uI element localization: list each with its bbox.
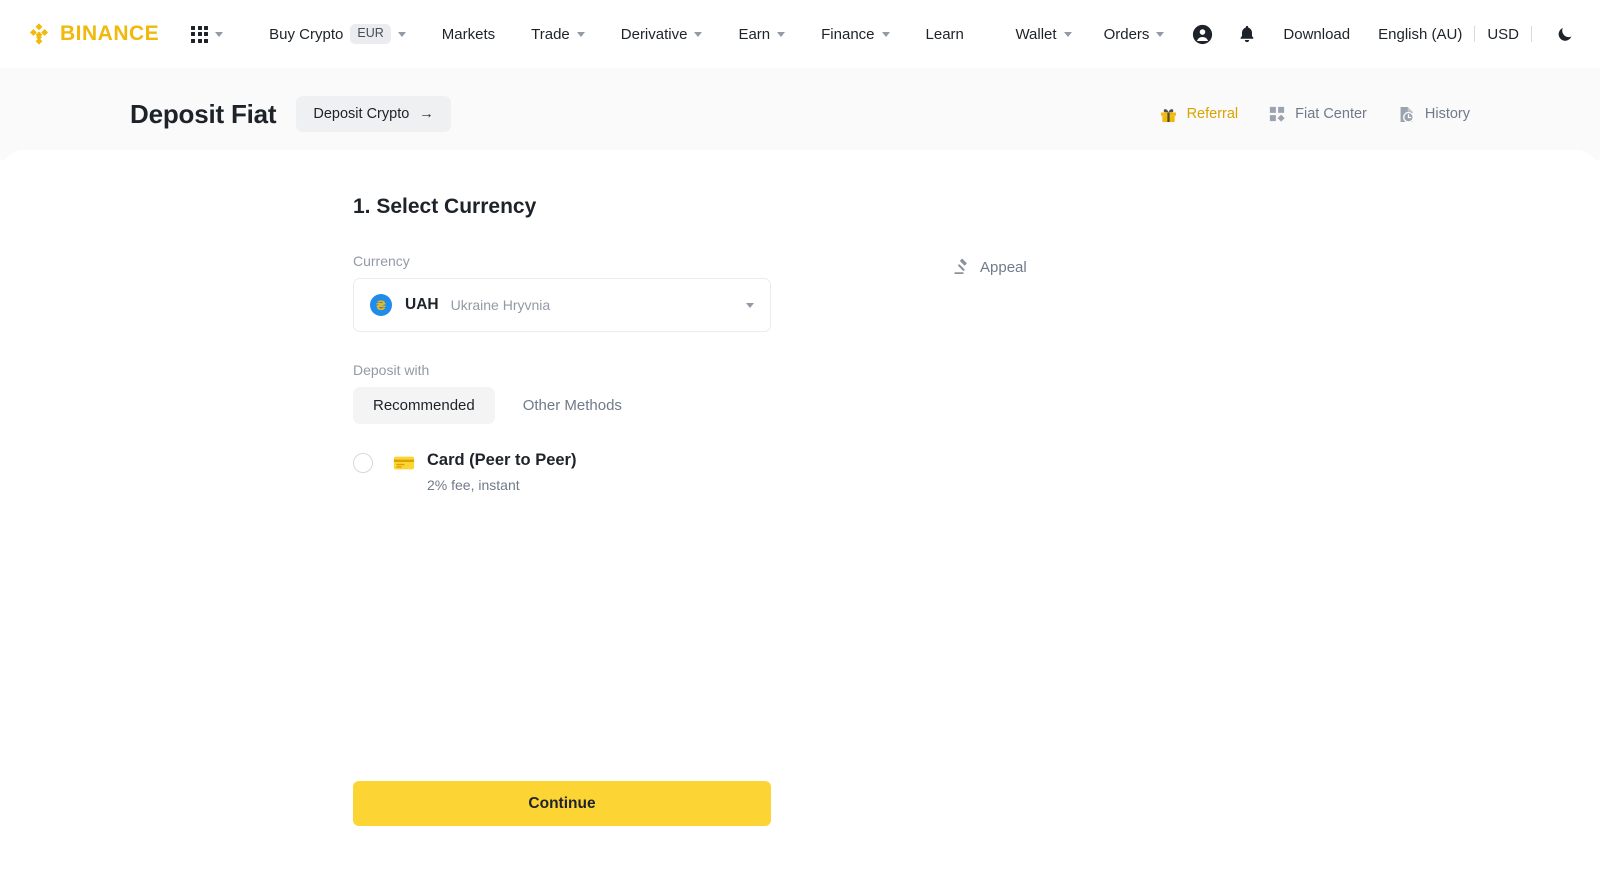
apps-grid-button[interactable] [191, 25, 224, 43]
uah-coin-icon: ₴ [370, 294, 392, 316]
user-circle-icon [1193, 24, 1213, 44]
currency-code: UAH [405, 296, 439, 313]
currency-name: Ukraine Hryvnia [450, 297, 551, 313]
chevron-down-icon [1156, 31, 1165, 37]
grid-apps-icon [191, 25, 209, 43]
profile-button[interactable] [1180, 24, 1225, 45]
nav-item-learn[interactable]: Learn [908, 26, 982, 43]
nav-item-earn[interactable]: Earn [720, 26, 803, 43]
nav-label: Buy Crypto [269, 25, 344, 43]
chevron-down-icon [1063, 31, 1072, 37]
chevron-down-icon [576, 31, 585, 37]
deposit-with-label: Deposit with [353, 362, 430, 378]
top-navigation-bar: BINANCE Buy Crypto EUR Markets Trade Der… [0, 0, 1600, 68]
appeal-label: Appeal [980, 258, 1027, 276]
nav-label: Trade [531, 25, 570, 43]
currency-field-label: Currency [353, 253, 410, 269]
step-title: 1. Select Currency [353, 195, 537, 218]
payment-method-text: Card (Peer to Peer) 2% fee, instant [427, 450, 576, 493]
credit-card-icon [393, 456, 415, 470]
binance-diamond-icon [29, 23, 49, 45]
moon-icon [1558, 28, 1572, 41]
deposit-with-section: Deposit with Recommended Other Methods [353, 362, 771, 424]
language-selector[interactable]: English (AU) [1364, 26, 1462, 43]
nav-item-trade[interactable]: Trade [513, 26, 603, 43]
nav-label: Orders [1103, 25, 1150, 43]
download-link[interactable]: Download [1269, 26, 1364, 43]
notifications-button[interactable] [1225, 24, 1269, 44]
primary-nav-items: Buy Crypto EUR Markets Trade Derivative … [251, 24, 982, 44]
gift-icon [1160, 108, 1176, 122]
nav-item-finance[interactable]: Finance [803, 26, 907, 43]
payment-method-detail: 2% fee, instant [427, 477, 520, 494]
nav-item-orders[interactable]: Orders [1088, 26, 1181, 43]
bell-icon [1240, 25, 1254, 43]
theme-toggle-button[interactable] [1544, 25, 1574, 43]
page-title: Deposit Fiat [130, 98, 277, 129]
gavel-icon [954, 258, 967, 275]
nav-divider [1474, 26, 1476, 42]
continue-button[interactable]: Continue [353, 781, 771, 826]
fiat-currency-badge[interactable]: EUR [350, 24, 391, 44]
form-content-row: Currency ₴ UAH Ukraine Hryvnia Deposit w… [353, 253, 1470, 493]
chevron-down-icon [215, 31, 224, 37]
form-left-column: Currency ₴ UAH Ukraine Hryvnia Deposit w… [353, 253, 771, 493]
page-subheader: Deposit Fiat Deposit Crypto → Referral F… [0, 68, 1600, 160]
nav-item-wallet[interactable]: Wallet [999, 26, 1087, 43]
fiat-center-label: Fiat Center [1295, 106, 1367, 122]
history-label: History [1424, 106, 1470, 122]
deposit-crypto-switch-button[interactable]: Deposit Crypto → [296, 96, 451, 132]
fiat-center-link[interactable]: Fiat Center [1268, 105, 1367, 123]
nav-label: Learn [925, 25, 964, 43]
nav-divider [1531, 26, 1532, 42]
document-clock-icon [1400, 106, 1414, 123]
currency-selector[interactable]: USD [1487, 26, 1519, 43]
nav-label: Markets [441, 25, 496, 43]
appeal-link[interactable]: Appeal [953, 258, 1027, 276]
payment-method-option-card-p2p[interactable]: Card (Peer to Peer) 2% fee, instant [353, 450, 771, 493]
subheader-links: Referral Fiat Center History [1159, 105, 1470, 124]
nav-item-buy-crypto[interactable]: Buy Crypto EUR [251, 24, 424, 44]
nav-label: Earn [738, 25, 771, 43]
payment-method-name: Card (Peer to Peer) [427, 451, 577, 469]
arrow-right-icon: → [419, 106, 434, 122]
chevron-down-icon [746, 302, 754, 308]
nav-label: Wallet [1015, 25, 1057, 43]
currency-select[interactable]: ₴ UAH Ukraine Hryvnia [353, 278, 771, 332]
nav-label: Finance [821, 25, 875, 43]
referral-link[interactable]: Referral [1159, 105, 1239, 124]
chevron-down-icon [397, 31, 406, 37]
nav-item-derivative[interactable]: Derivative [603, 26, 721, 43]
deposit-form-card: 1. Select Currency Currency ₴ UAH Ukrain… [0, 150, 1600, 889]
chevron-down-icon [694, 31, 703, 37]
nav-item-markets[interactable]: Markets [424, 26, 513, 43]
tab-other-methods[interactable]: Other Methods [503, 387, 642, 424]
secondary-nav-items: Wallet Orders Download English (AU) USD [999, 24, 1574, 45]
tab-recommended[interactable]: Recommended [353, 387, 495, 424]
history-link[interactable]: History [1397, 105, 1470, 124]
binance-wordmark: BINANCE [60, 22, 160, 45]
chevron-down-icon [777, 31, 786, 37]
payment-method-radio[interactable] [353, 453, 373, 473]
dashboard-squares-icon [1270, 106, 1285, 122]
deposit-method-tabs: Recommended Other Methods [353, 387, 771, 424]
nav-label: Derivative [620, 25, 688, 43]
deposit-crypto-label: Deposit Crypto [313, 106, 410, 122]
binance-logo[interactable]: BINANCE [26, 21, 159, 47]
chevron-down-icon [881, 31, 890, 37]
referral-label: Referral [1186, 106, 1239, 122]
form-right-column: Appeal [953, 253, 1027, 493]
